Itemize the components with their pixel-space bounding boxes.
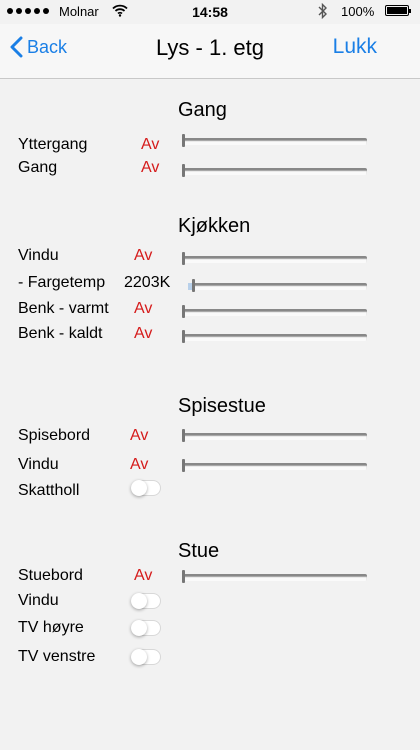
dimmer-slider-gang[interactable] — [182, 164, 367, 178]
slider-thumb[interactable] — [182, 330, 185, 343]
dimmer-slider-benk-kaldt[interactable] — [182, 330, 367, 344]
row-label: Benk - kaldt — [18, 325, 103, 342]
row-value: 2203K — [124, 274, 171, 291]
row-label: Yttergang — [18, 136, 88, 153]
row-label: Vindu — [18, 592, 59, 609]
row-label: Gang — [18, 159, 58, 176]
dimmer-slider-benk-varmt[interactable] — [182, 305, 367, 319]
row-value: Av — [141, 159, 160, 176]
section-title-kjokken: Kjøkken — [178, 215, 251, 237]
row-value: Av — [134, 247, 153, 264]
row-value: Av — [134, 325, 153, 342]
row-label: TV høyre — [18, 619, 84, 636]
navigation-bar: Back Lys - 1. etg Lukk — [0, 24, 420, 79]
row-value: Av — [130, 456, 149, 473]
slider-thumb[interactable] — [182, 459, 185, 472]
dimmer-slider-kjokken-vindu[interactable] — [182, 252, 367, 266]
row-label: Benk - varmt — [18, 300, 109, 317]
row-label: Stuebord — [18, 567, 83, 584]
toggle-switch-tv-venstre[interactable] — [131, 649, 161, 665]
bluetooth-icon — [318, 2, 328, 22]
row-label: Skattholl — [18, 482, 80, 499]
row-value: Av — [141, 136, 160, 153]
battery-percentage: 100% — [341, 4, 375, 19]
dimmer-slider-stuebord[interactable] — [182, 570, 367, 584]
row-label: Spisebord — [18, 427, 91, 444]
row-label: Vindu — [18, 247, 59, 264]
row-value: Av — [134, 300, 153, 317]
slider-thumb[interactable] — [182, 252, 185, 265]
slider-thumb[interactable] — [182, 305, 185, 318]
row-value: Av — [134, 567, 153, 584]
toggle-switch-stue-vindu[interactable] — [131, 593, 161, 609]
row-label: Vindu — [18, 456, 59, 473]
row-label: TV venstre — [18, 648, 96, 665]
slider-thumb[interactable] — [182, 164, 185, 177]
status-bar: Molnar 14:58 100% — [0, 0, 420, 24]
battery-icon — [385, 5, 411, 16]
slider-thumb[interactable] — [182, 570, 185, 583]
dimmer-slider-yttergang[interactable] — [182, 134, 367, 148]
close-button[interactable]: Lukk — [333, 35, 377, 59]
row-label: - Fargetemp — [18, 274, 106, 291]
section-title-gang: Gang — [178, 99, 227, 121]
slider-thumb[interactable] — [182, 429, 185, 442]
color-temperature-slider[interactable] — [188, 279, 367, 293]
slider-thumb[interactable] — [182, 134, 185, 147]
section-title-spisestue: Spisestue — [178, 395, 266, 417]
dimmer-slider-spisebord[interactable] — [182, 429, 367, 443]
slider-thumb[interactable] — [192, 279, 195, 292]
toggle-switch-tv-hoyre[interactable] — [131, 620, 161, 636]
toggle-switch-skattholl[interactable] — [131, 480, 161, 496]
row-value: Av — [130, 427, 149, 444]
section-title-stue: Stue — [178, 540, 220, 562]
dimmer-slider-spisestue-vindu[interactable] — [182, 459, 367, 473]
